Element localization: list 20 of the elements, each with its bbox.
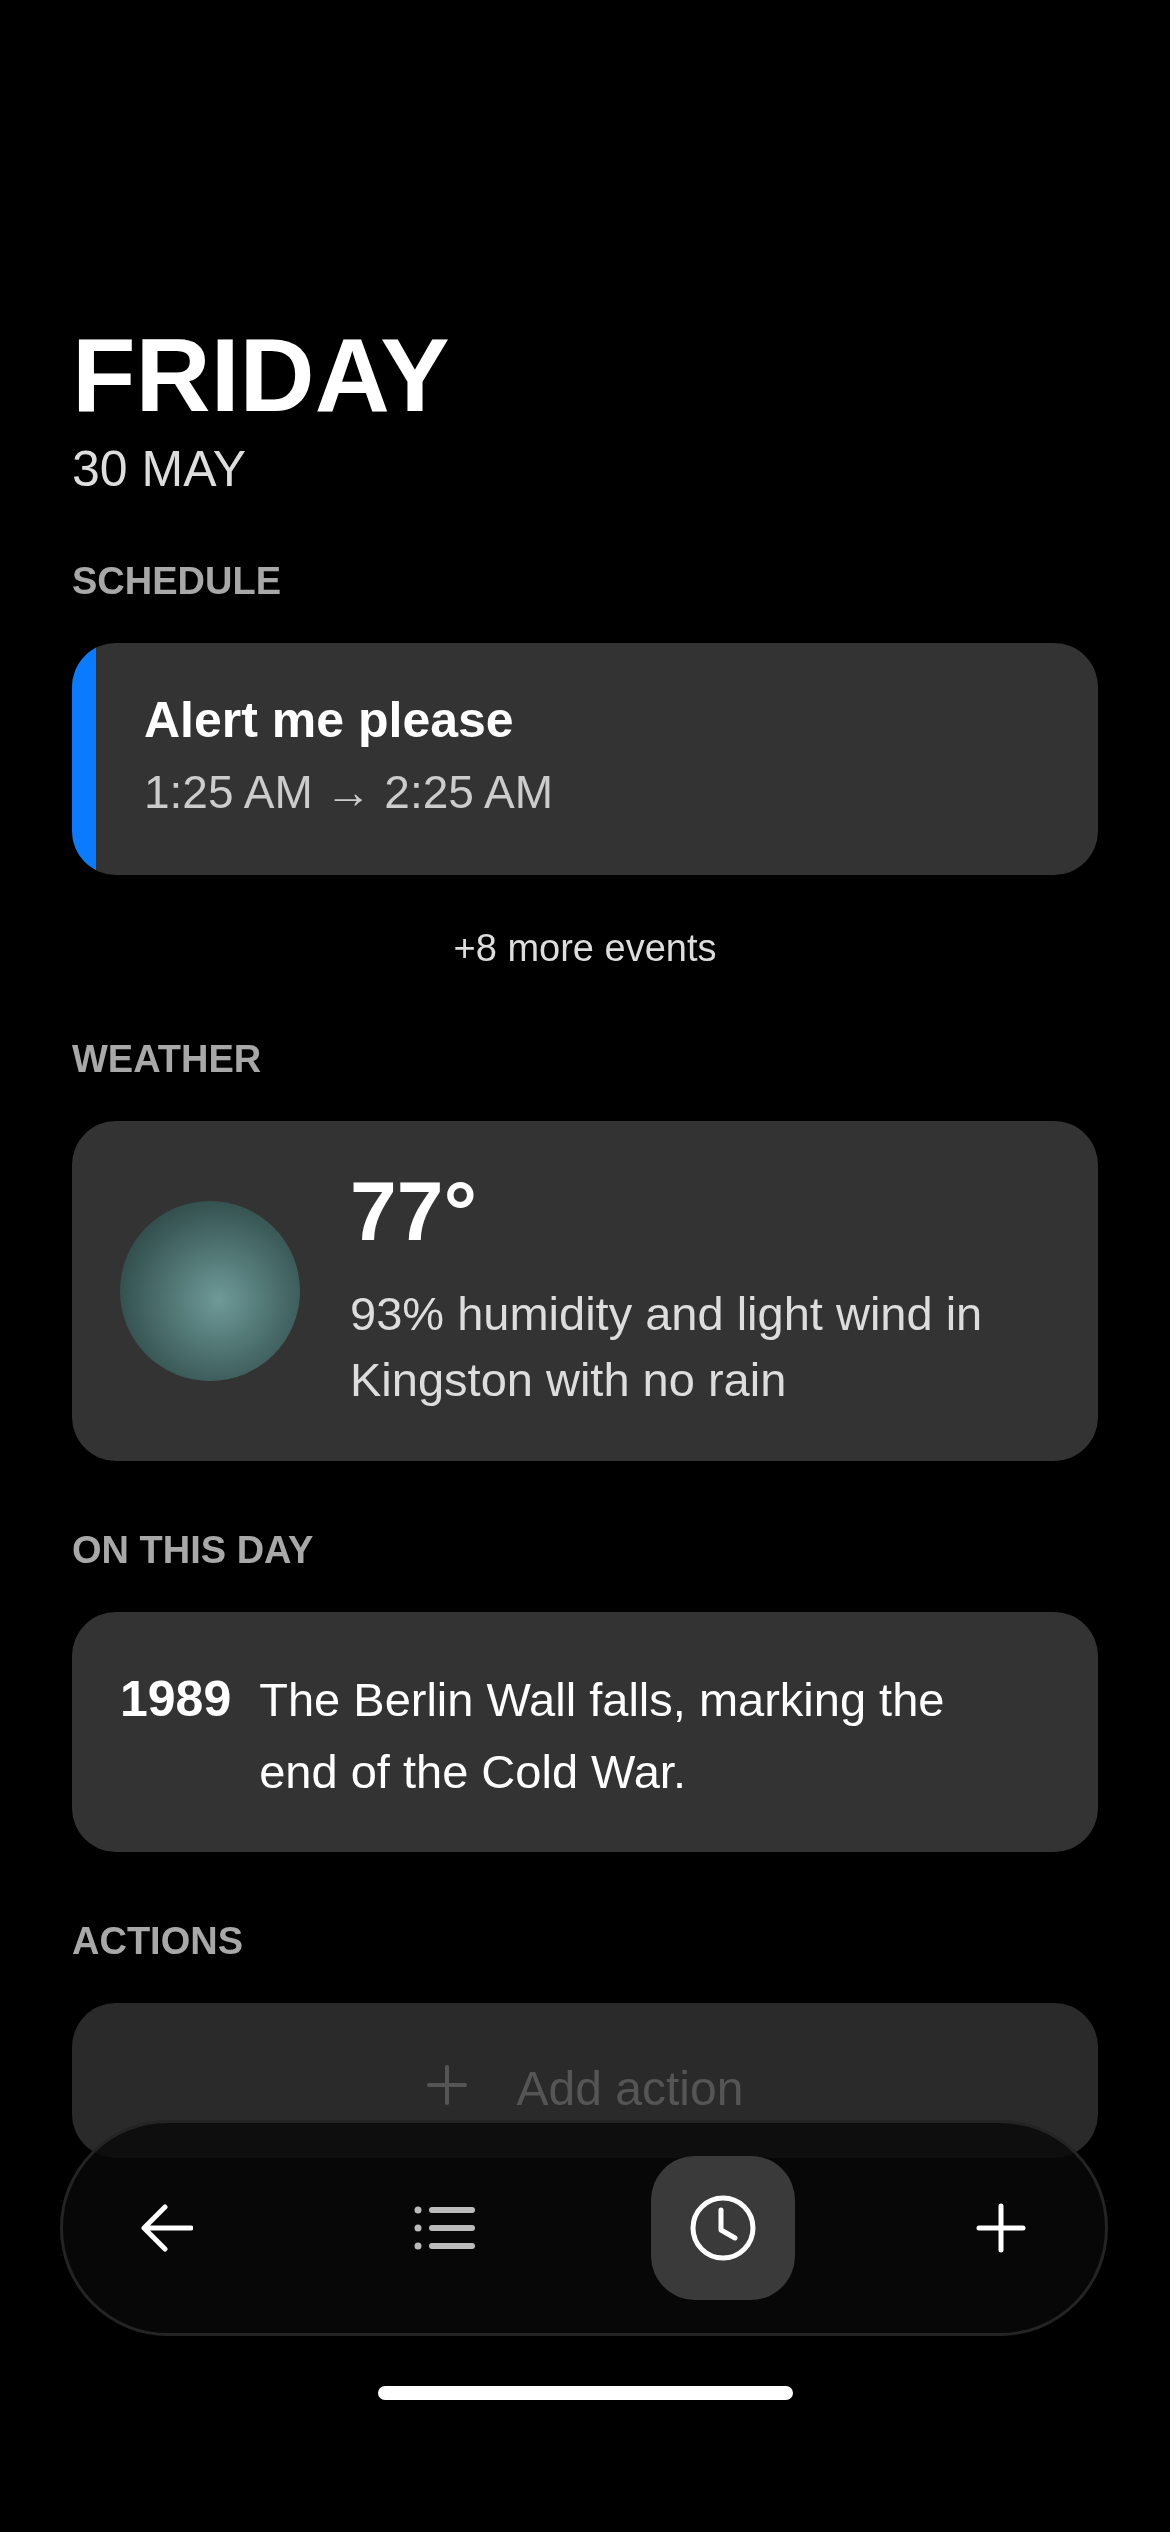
weather-summary: 93% humidity and light wind in Kingston with no rain [350,1286,984,1409]
section-heading: SCHEDULE [72,560,283,604]
section-heading: WEATHER [72,1038,263,1082]
add-icon [426,2065,467,2106]
date-label: 30 MAY [72,440,248,499]
add-icon [976,2203,1026,2253]
history-text: The Berlin Wall falls, marking the end of the Cold War. [259,1672,946,1801]
more-events-link[interactable]: +8 more events [72,927,1098,971]
event-time: 1:25 AM → 2:25 AM [144,765,554,820]
temperature: 77° [350,1169,479,1254]
day-title: FRIDAY [72,318,451,433]
section-heading: ACTIONS [72,1920,244,1964]
list-icon [414,2205,476,2251]
back-arrow-icon [141,2204,193,2252]
history-year: 1989 [120,1670,232,1730]
clock-icon [689,2194,757,2262]
section-heading: ON THIS DAY [72,1529,315,1573]
event-title: Alert me please [144,691,515,750]
nav-tab[interactable] [651,2156,795,2300]
event-card[interactable]: Alert me please 1:25 AM → 2:25 AM [72,643,1098,876]
